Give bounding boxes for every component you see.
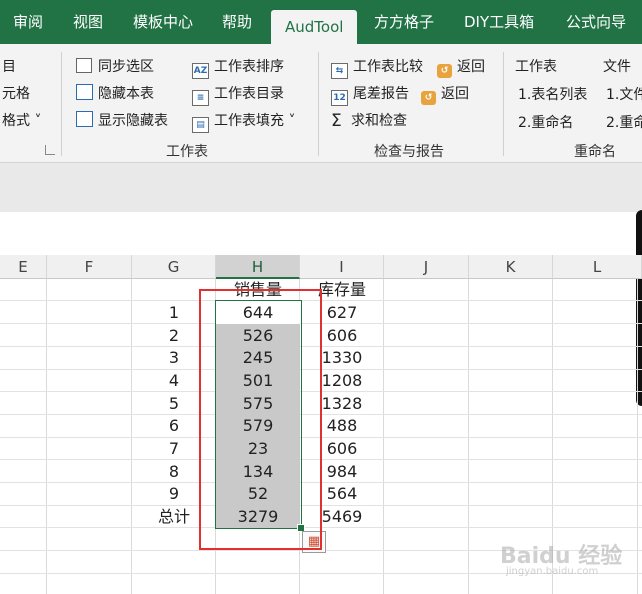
sigma-icon: Σ bbox=[331, 111, 342, 131]
compare-sheets-button[interactable]: ⇆ 工作表比较 bbox=[331, 56, 423, 79]
show-hidden-sheets-label: 显示隐藏表 bbox=[98, 113, 168, 129]
sort-sheets-label: 工作表排序 bbox=[214, 59, 284, 75]
tab-help[interactable]: 帮助 bbox=[222, 0, 252, 44]
hide-sheet-icon bbox=[76, 84, 93, 100]
show-sheets-icon bbox=[76, 111, 93, 127]
column-header-f[interactable]: F bbox=[47, 255, 132, 279]
column-header-g[interactable]: G bbox=[132, 255, 216, 279]
sum-check-button[interactable]: Σ 求和检查 bbox=[331, 110, 407, 131]
compare-sheets-label: 工作表比较 bbox=[353, 59, 423, 75]
return-label-1: 返回 bbox=[457, 59, 485, 75]
column-header-k[interactable]: K bbox=[469, 255, 553, 279]
sheet-directory-button[interactable]: ≡ 工作表目录 bbox=[192, 83, 284, 106]
sheet-group-label: 工作表 bbox=[166, 144, 208, 160]
tab-formula-wizard[interactable]: 公式向导 bbox=[566, 0, 626, 44]
sheet-directory-icon: ≡ bbox=[192, 90, 209, 106]
sync-selection-label: 同步选区 bbox=[98, 59, 154, 75]
column-header-e[interactable]: E bbox=[0, 255, 47, 279]
column-header-i[interactable]: I bbox=[300, 255, 384, 279]
tab-template-center[interactable]: 模板中心 bbox=[133, 0, 193, 44]
rename-files-button[interactable]: 2.重命 bbox=[606, 112, 642, 132]
sheet-top-area bbox=[0, 212, 642, 255]
watermark-url: jingyan.baidu.com bbox=[506, 566, 599, 577]
return-icon: ↺ bbox=[437, 64, 452, 78]
return-icon: ↺ bbox=[421, 91, 436, 105]
sort-sheets-icon: AZ bbox=[192, 63, 209, 79]
hide-sheet-label: 隐藏本表 bbox=[98, 86, 154, 102]
sync-selection-checkbox[interactable]: 同步选区 bbox=[76, 56, 154, 76]
fill-sheets-icon: ▤ bbox=[192, 117, 209, 133]
tab-review[interactable]: 审阅 bbox=[13, 0, 43, 44]
checkbox-icon bbox=[76, 58, 92, 73]
rename-file-header: 文件 bbox=[603, 59, 631, 75]
rename-sheet-header: 工作表 bbox=[515, 59, 557, 75]
annotation-highlight-box bbox=[199, 289, 322, 550]
ribbon-separator bbox=[318, 52, 319, 156]
rename-sheets-button[interactable]: 2.重命名 bbox=[518, 112, 573, 132]
column-header-j[interactable]: J bbox=[384, 255, 469, 279]
sheet-name-list-button[interactable]: 1.表名列表 bbox=[518, 84, 587, 104]
fill-sheets-button[interactable]: ▤ 工作表填充 ˅ bbox=[192, 110, 295, 133]
ribbon-tab-bar: 审阅 视图 模板中心 帮助 AudTool 方方格子 DIY工具箱 公式向导 bbox=[0, 0, 642, 44]
compare-sheets-icon: ⇆ bbox=[331, 63, 348, 79]
rename-group-label: 重命名 bbox=[574, 144, 616, 160]
dialog-launcher-icon[interactable] bbox=[45, 145, 55, 155]
tab-audtool[interactable]: AudTool bbox=[271, 10, 358, 44]
fill-sheets-label: 工作表填充 ˅ bbox=[214, 113, 296, 129]
ribbon: 目 元格 格式 ˅ 同步选区 隐藏本表 显示隐藏表 AZ 工作表排序 ≡ 工作表目录… bbox=[0, 44, 642, 163]
tab-diy-toolbox[interactable]: DIY工具箱 bbox=[464, 0, 534, 44]
formula-bar[interactable] bbox=[0, 163, 642, 212]
return-button-1[interactable]: ↺ 返回 bbox=[437, 56, 485, 78]
tab-fangfang-gezi[interactable]: 方方格子 bbox=[374, 0, 434, 44]
sheet-directory-label: 工作表目录 bbox=[214, 86, 284, 102]
ribbon-partial-item-3[interactable]: 格式 ˅ bbox=[2, 110, 41, 130]
column-header-l[interactable]: L bbox=[553, 255, 642, 279]
tail-diff-report-icon: 12 bbox=[331, 90, 348, 106]
sort-sheets-button[interactable]: AZ 工作表排序 bbox=[192, 56, 284, 79]
ribbon-separator bbox=[61, 52, 62, 156]
return-label-2: 返回 bbox=[441, 86, 469, 102]
tail-diff-report-label: 尾差报告 bbox=[353, 86, 409, 102]
show-hidden-sheets-button[interactable]: 显示隐藏表 bbox=[76, 110, 168, 130]
ribbon-separator bbox=[503, 52, 504, 156]
hide-sheet-button[interactable]: 隐藏本表 bbox=[76, 83, 154, 103]
ribbon-partial-item-1[interactable]: 目 bbox=[2, 56, 16, 76]
sum-check-label: 求和检查 bbox=[351, 113, 407, 129]
ribbon-partial-item-2[interactable]: 元格 bbox=[2, 83, 30, 103]
check-report-group-label: 检查与报告 bbox=[374, 144, 444, 160]
tab-view[interactable]: 视图 bbox=[73, 0, 103, 44]
file-list-button[interactable]: 1.文件 bbox=[606, 84, 642, 104]
column-header-h[interactable]: H bbox=[216, 255, 300, 279]
return-button-2[interactable]: ↺ 返回 bbox=[421, 83, 469, 105]
tail-diff-report-button[interactable]: 12 尾差报告 bbox=[331, 83, 409, 106]
